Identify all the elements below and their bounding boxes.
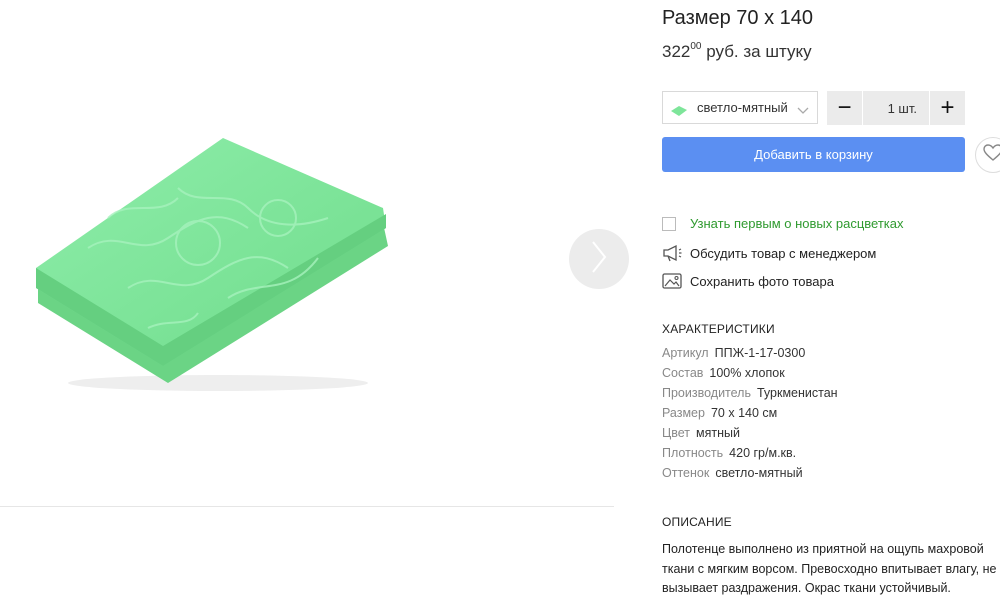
megaphone-icon — [662, 244, 682, 262]
description-heading: ОПИСАНИЕ — [662, 515, 732, 529]
spec-key: Цвет — [662, 426, 691, 440]
save-photo-option[interactable]: Сохранить фото товара — [662, 272, 834, 290]
notify-checkbox[interactable] — [662, 216, 676, 231]
spec-value: Туркменистан — [756, 386, 838, 400]
spec-key: Производитель — [662, 386, 751, 400]
quantity-input[interactable] — [862, 91, 930, 125]
discuss-with-manager-option[interactable]: Обсудить товар с менеджером — [662, 244, 876, 262]
spec-value: 420 гр/м.кв. — [729, 446, 797, 460]
product-title: Размер 70 х 140 — [662, 7, 814, 29]
gallery-divider — [0, 506, 614, 507]
price-cents: 00 — [690, 41, 702, 53]
spec-row: Состав 100% хлопок — [662, 366, 838, 386]
spec-value: светло-мятный — [715, 466, 803, 480]
discuss-label: Обсудить товар с менеджером — [690, 245, 877, 261]
save-photo-label: Сохранить фото товара — [690, 273, 834, 289]
spec-row: Плотность 420 гр/м.кв. — [662, 446, 838, 466]
spec-value: 70 х 140 см — [710, 406, 778, 420]
spec-key: Артикул — [662, 346, 709, 360]
description-text: Полотенце выполнено из приятной на ощупь… — [662, 542, 997, 595]
spec-key: Состав — [662, 366, 704, 380]
chevron-down-icon — [797, 102, 809, 120]
product-panel: Размер 70 х 140 32200 руб. за штуку свет… — [662, 0, 1000, 595]
spec-row: Размер 70 х 140 см — [662, 406, 838, 426]
characteristics-heading: ХАРАКТЕРИСТИКИ — [662, 322, 775, 336]
spec-value: ППЖ-1-17-0300 — [714, 346, 806, 360]
spec-key: Плотность — [662, 446, 724, 460]
image-icon — [662, 272, 682, 290]
quantity-decrease-button[interactable]: − — [827, 91, 862, 125]
spec-row: Артикул ППЖ-1-17-0300 — [662, 346, 838, 366]
spec-key: Оттенок — [662, 466, 710, 480]
chevron-right-icon — [590, 240, 608, 279]
spec-row: Цвет мятный — [662, 426, 838, 446]
color-select[interactable]: светло-мятный — [662, 91, 818, 124]
quantity-increase-button[interactable]: + — [930, 91, 965, 125]
product-price: 32200 руб. за штуку — [662, 41, 812, 62]
color-select-value: светло-мятный — [697, 100, 788, 115]
notify-new-colors-option[interactable]: Узнать первым о новых расцветках — [662, 216, 903, 231]
spec-value: 100% хлопок — [709, 366, 785, 380]
spec-row: Производитель Туркменистан — [662, 386, 838, 406]
product-gallery — [0, 0, 629, 507]
spec-value: мятный — [696, 426, 740, 440]
product-image — [36, 138, 388, 391]
spec-row: Оттенок светло-мятный — [662, 466, 838, 486]
characteristics-list: Артикул ППЖ-1-17-0300 Состав 100% хлопок П… — [662, 346, 838, 486]
heart-icon — [983, 143, 1000, 167]
spec-key: Размер — [662, 406, 705, 420]
add-to-cart-button[interactable]: Добавить в корзину — [662, 137, 965, 172]
notify-label: Узнать первым о новых расцветках — [690, 216, 904, 231]
favorite-button[interactable] — [975, 137, 1000, 173]
next-image-button[interactable] — [569, 229, 629, 289]
color-swatch — [671, 103, 687, 116]
price-main: 322 — [662, 42, 691, 61]
price-unit: руб. за штуку — [706, 42, 812, 61]
quantity-stepper: − + — [827, 91, 965, 125]
